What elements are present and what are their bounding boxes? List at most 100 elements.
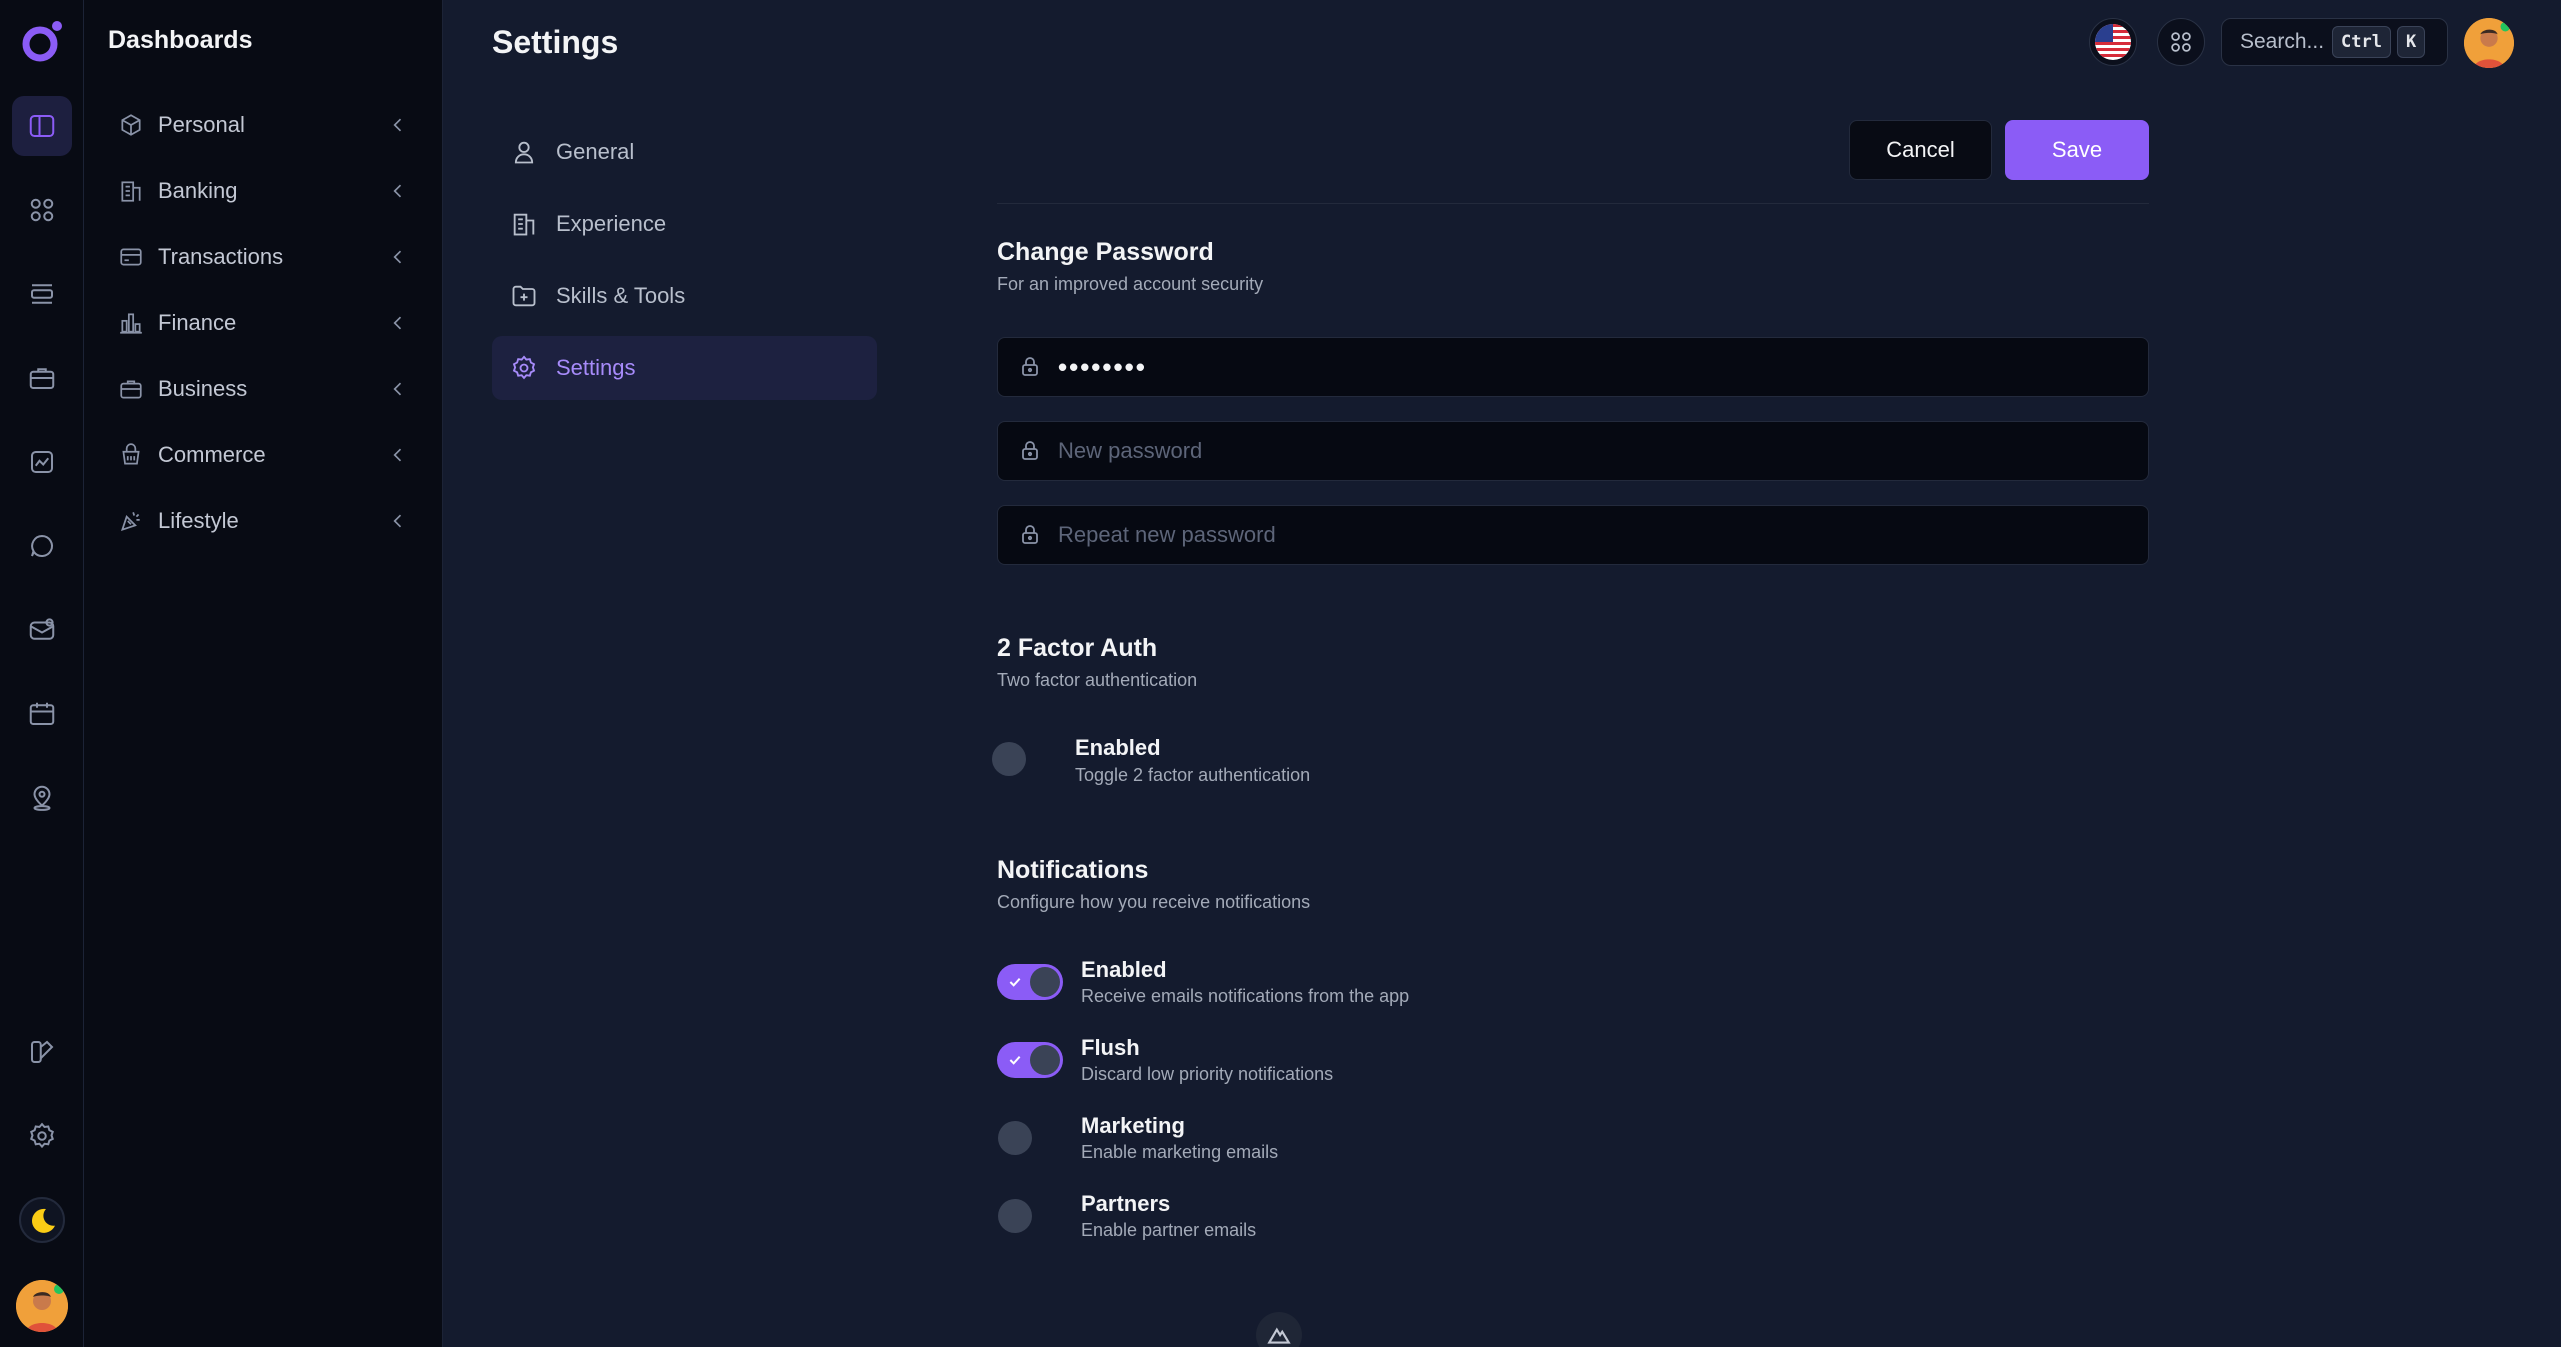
building-icon bbox=[121, 181, 141, 202]
gear-icon bbox=[512, 355, 536, 380]
lock-icon bbox=[1022, 525, 1038, 544]
sidebar-item-transactions[interactable]: Transactions bbox=[118, 232, 408, 282]
subnav-label: Skills & Tools bbox=[556, 283, 686, 308]
app-logo-icon[interactable] bbox=[18, 18, 66, 66]
chart-bars-icon bbox=[120, 313, 142, 334]
notification-option-label: Partners bbox=[1081, 1191, 1171, 1216]
subnav-skills-tools[interactable]: Skills & Tools bbox=[492, 264, 877, 328]
language-flag-button[interactable] bbox=[2089, 18, 2137, 66]
section-title-2fa: 2 Factor Auth bbox=[997, 634, 1158, 662]
chevron-left-icon bbox=[393, 514, 402, 528]
briefcase-icon[interactable] bbox=[12, 348, 72, 408]
folder-plus-icon bbox=[512, 285, 536, 307]
confetti-icon bbox=[120, 512, 140, 532]
sidebar-layout-icon[interactable] bbox=[12, 96, 72, 156]
sidebar-item-label: Finance bbox=[158, 310, 237, 335]
sidebar-item-label: Transactions bbox=[158, 244, 284, 269]
chevron-left-icon bbox=[393, 448, 402, 462]
sidebar-item-label: Commerce bbox=[158, 442, 266, 467]
kbd-k: K bbox=[2397, 26, 2426, 58]
subnav-label: Experience bbox=[556, 211, 667, 236]
briefcase-icon bbox=[120, 380, 142, 399]
notification-option-label: Flush bbox=[1081, 1035, 1140, 1060]
list-icon[interactable] bbox=[12, 264, 72, 324]
notifications-marketing-toggle[interactable] bbox=[998, 1121, 1032, 1155]
sidebar-title: Dashboards bbox=[108, 26, 253, 54]
subnav-experience[interactable]: Experience bbox=[492, 192, 877, 256]
user-icon bbox=[514, 141, 534, 164]
subnav-settings[interactable]: Settings bbox=[492, 336, 877, 400]
notification-option-desc: Receive emails notifications from the ap… bbox=[1081, 986, 1410, 1006]
toggle-knob bbox=[1030, 967, 1060, 997]
us-flag-icon bbox=[2095, 24, 2131, 60]
nuxt-logo-icon[interactable] bbox=[1256, 1312, 1302, 1347]
cube-icon bbox=[121, 114, 141, 136]
grid-icon bbox=[2171, 32, 2191, 52]
subnav-label: Settings bbox=[556, 355, 636, 380]
toggle-knob bbox=[1030, 1045, 1060, 1075]
new-password-field[interactable] bbox=[997, 421, 2149, 481]
sidebar-item-personal[interactable]: Personal bbox=[118, 100, 408, 150]
sidebar-item-banking[interactable]: Banking bbox=[118, 166, 408, 216]
lock-icon bbox=[1022, 441, 1038, 460]
save-button[interactable]: Save bbox=[2005, 120, 2149, 180]
chat-icon[interactable] bbox=[12, 516, 72, 576]
sidebar-item-commerce[interactable]: Commerce bbox=[118, 430, 408, 480]
repeat-password-field[interactable] bbox=[997, 505, 2149, 565]
mail-icon[interactable] bbox=[12, 600, 72, 660]
notification-option-label: Marketing bbox=[1081, 1113, 1185, 1138]
chevron-left-icon bbox=[393, 250, 402, 264]
apps-grid-button[interactable] bbox=[2157, 18, 2205, 66]
chevron-left-icon bbox=[393, 316, 402, 330]
chevron-left-icon bbox=[393, 184, 402, 198]
check-icon bbox=[1009, 1055, 1021, 1065]
divider bbox=[997, 203, 2149, 204]
section-subtitle-password: For an improved account security bbox=[997, 274, 1264, 294]
notification-option-desc: Discard low priority notifications bbox=[1081, 1064, 1334, 1084]
sidebar-item-label: Banking bbox=[158, 178, 238, 203]
sidebar-item-lifestyle[interactable]: Lifestyle bbox=[118, 496, 408, 546]
grid-icon[interactable] bbox=[12, 180, 72, 240]
icon-rail bbox=[0, 0, 84, 1347]
avatar[interactable] bbox=[16, 1280, 68, 1332]
gear-icon[interactable] bbox=[12, 1106, 72, 1166]
brush-icon[interactable] bbox=[12, 1022, 72, 1082]
lock-icon bbox=[1022, 357, 1038, 376]
kbd-ctrl: Ctrl bbox=[2332, 26, 2391, 58]
cancel-button[interactable]: Cancel bbox=[1849, 120, 1992, 180]
basket-icon bbox=[122, 443, 140, 465]
notifications-partners-toggle[interactable] bbox=[998, 1199, 1032, 1233]
calendar-icon[interactable] bbox=[12, 684, 72, 744]
check-icon bbox=[1009, 977, 1021, 987]
section-subtitle-notifications: Configure how you receive notifications bbox=[997, 892, 1311, 912]
search-placeholder: Search... bbox=[2240, 30, 2325, 53]
notification-option-desc: Enable partner emails bbox=[1081, 1220, 1257, 1240]
sidebar-item-label: Lifestyle bbox=[158, 508, 239, 533]
user-avatar[interactable] bbox=[2464, 18, 2514, 68]
sidebar-item-label: Personal bbox=[158, 112, 245, 137]
repeat-password-input[interactable] bbox=[1058, 522, 2148, 548]
chart-icon[interactable] bbox=[12, 432, 72, 492]
building-icon bbox=[513, 213, 535, 236]
moon-icon[interactable] bbox=[12, 1190, 72, 1250]
current-password-input[interactable] bbox=[1058, 351, 2148, 383]
new-password-input[interactable] bbox=[1058, 438, 2148, 464]
notification-option-desc: Enable marketing emails bbox=[1081, 1142, 1279, 1162]
section-subtitle-2fa: Two factor authentication bbox=[997, 670, 1198, 690]
current-password-field[interactable] bbox=[997, 337, 2149, 397]
sidebar: Dashboards Personal Banking Transactions… bbox=[84, 0, 443, 1347]
chevron-left-icon bbox=[393, 382, 402, 396]
search-input[interactable]: Search... Ctrl K bbox=[2221, 18, 2448, 66]
map-pin-icon[interactable] bbox=[12, 768, 72, 828]
2fa-option-desc: Toggle 2 factor authentication bbox=[1075, 765, 1311, 785]
sidebar-item-finance[interactable]: Finance bbox=[118, 298, 408, 348]
subnav-label: General bbox=[556, 139, 635, 164]
sidebar-item-business[interactable]: Business bbox=[118, 364, 408, 414]
notifications-enabled-toggle[interactable] bbox=[997, 964, 1063, 1000]
notifications-flush-toggle[interactable] bbox=[997, 1042, 1063, 1078]
credit-card-icon bbox=[120, 248, 142, 266]
2fa-toggle[interactable] bbox=[992, 742, 1026, 776]
section-title-password: Change Password bbox=[997, 238, 1214, 266]
page-title: Settings bbox=[492, 24, 619, 60]
subnav-general[interactable]: General bbox=[492, 120, 877, 184]
